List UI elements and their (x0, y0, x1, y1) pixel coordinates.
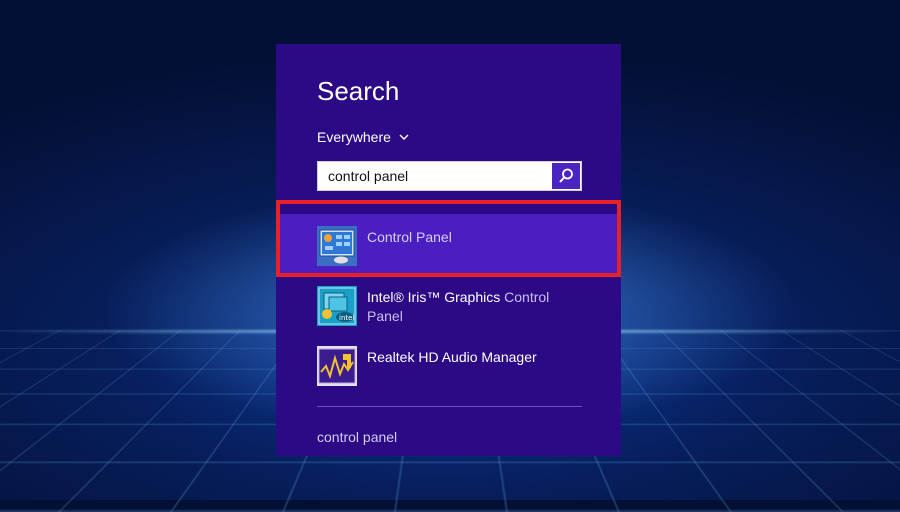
search-button[interactable] (552, 163, 580, 189)
search-charm-panel: Search Everywhere Control P (276, 44, 621, 456)
search-result-intel-graphics[interactable]: intel Intel® Iris™ Graphics Control Pane… (276, 284, 621, 332)
search-title: Search (317, 76, 400, 106)
search-result-control-panel[interactable]: Control Panel (276, 214, 621, 274)
search-query-suggestion[interactable]: control panel (317, 429, 397, 445)
search-icon (559, 168, 573, 183)
search-result-label: Intel® Iris™ Graphics Control Panel (367, 288, 587, 326)
search-result-label: Control Panel (367, 229, 452, 245)
chevron-down-icon (399, 134, 409, 140)
search-box (317, 161, 582, 191)
search-result-realtek-audio[interactable]: Realtek HD Audio Manager (276, 344, 621, 388)
intel-graphics-icon: intel (317, 286, 357, 326)
search-result-label-main: Intel® Iris™ Graphics (367, 289, 501, 305)
search-result-label: Realtek HD Audio Manager (367, 349, 537, 365)
search-scope-label: Everywhere (317, 129, 391, 145)
control-panel-icon (317, 226, 357, 266)
search-input[interactable] (318, 162, 551, 190)
svg-text:intel: intel (339, 314, 354, 322)
results-divider (317, 406, 582, 407)
search-scope-dropdown[interactable]: Everywhere (317, 129, 411, 145)
realtek-audio-icon (317, 346, 357, 386)
